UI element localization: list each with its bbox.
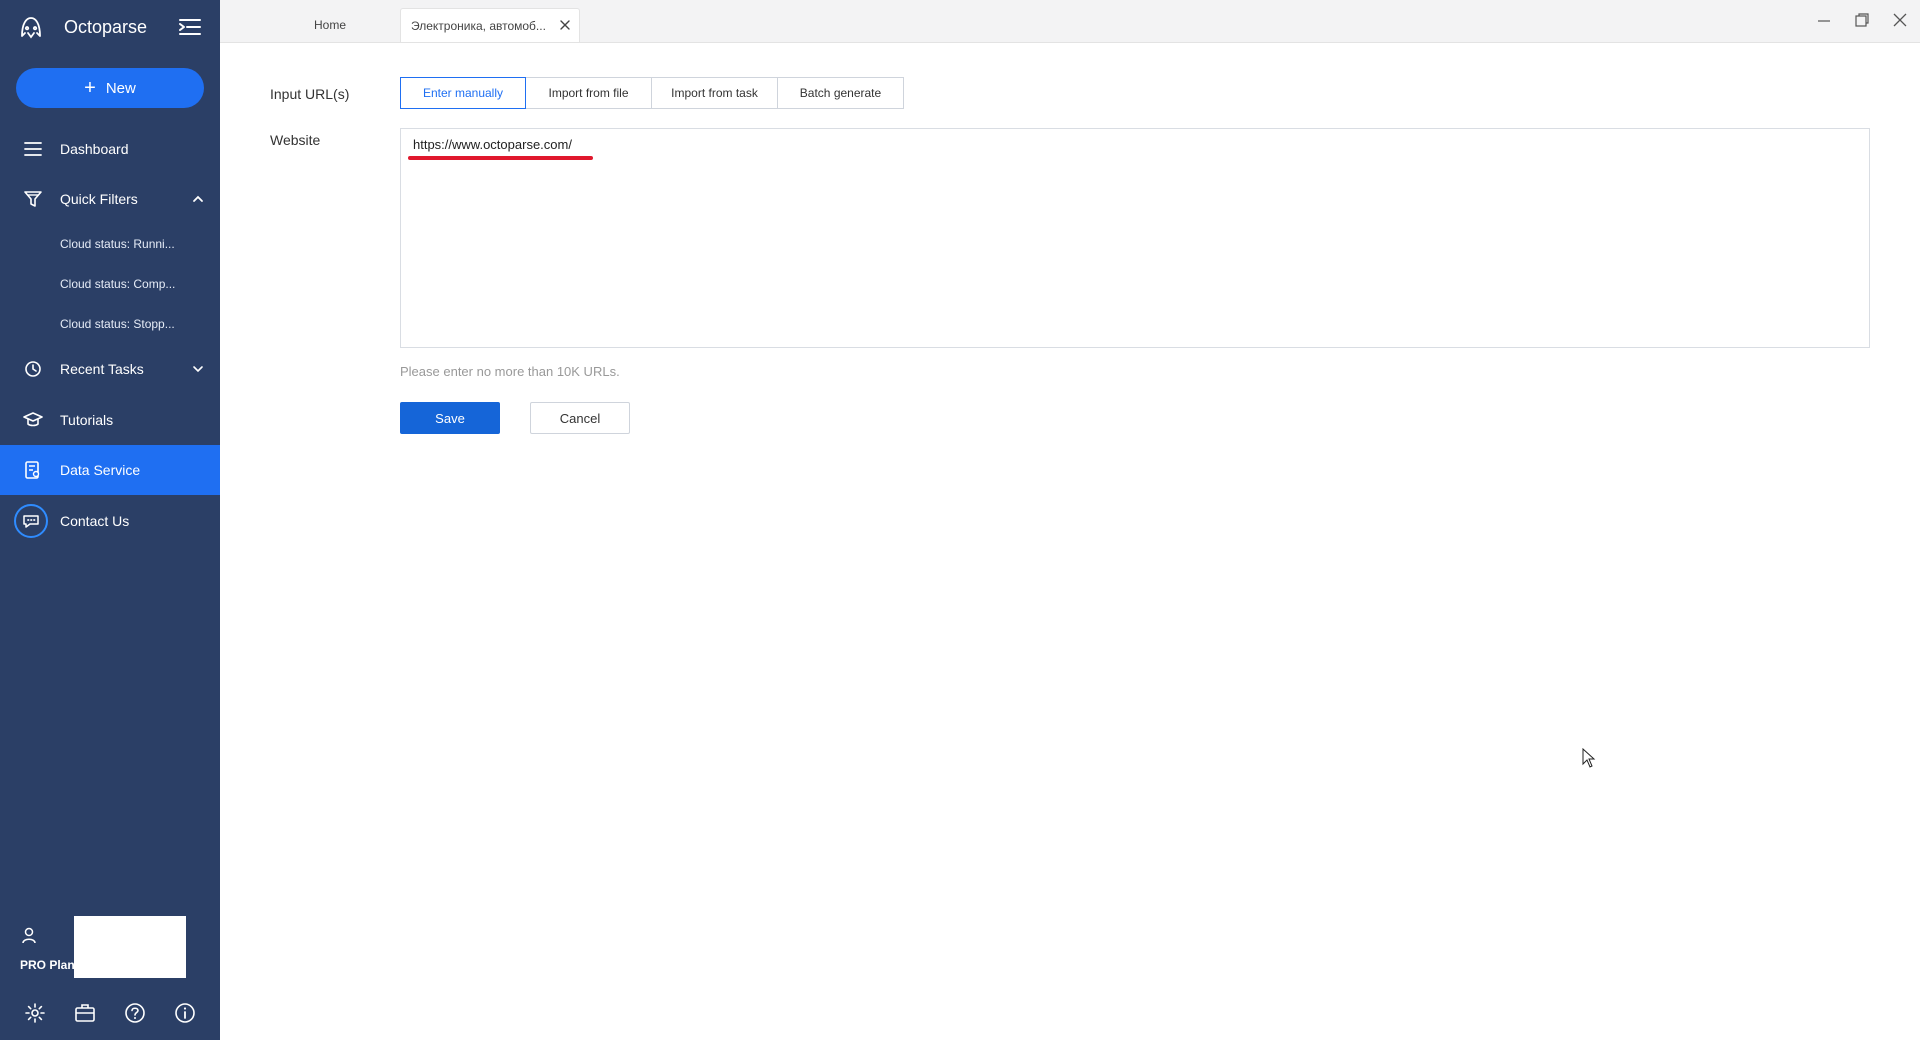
mode-import-from-file[interactable]: Import from file bbox=[525, 77, 652, 109]
help-question-icon[interactable] bbox=[124, 1002, 146, 1024]
url-textarea[interactable]: https://www.octoparse.com/ bbox=[400, 128, 1870, 348]
list-icon bbox=[23, 139, 43, 159]
user-icon bbox=[20, 926, 38, 944]
window-close-icon[interactable] bbox=[1892, 12, 1908, 28]
new-button-label: New bbox=[105, 79, 136, 97]
sidebar-item-recent-tasks[interactable]: Recent Tasks bbox=[0, 344, 220, 394]
plan-label: PRO Plan bbox=[20, 958, 75, 972]
info-icon[interactable] bbox=[174, 1002, 196, 1024]
chat-icon bbox=[14, 504, 48, 538]
sidebar: Octoparse + New Dashboard Quick Filters … bbox=[0, 0, 220, 1040]
close-icon[interactable] bbox=[559, 19, 571, 31]
tab-label: Электроника, автомоб... bbox=[411, 18, 546, 33]
url-limit-hint: Please enter no more than 10K URLs. bbox=[400, 364, 620, 379]
graduation-cap-icon bbox=[23, 410, 43, 430]
recent-clock-icon bbox=[23, 359, 43, 379]
sidebar-item-label: Recent Tasks bbox=[60, 361, 144, 377]
tab-bar: Home Электроника, автомоб... bbox=[220, 0, 1920, 43]
data-service-icon bbox=[23, 460, 43, 480]
sidebar-item-dashboard[interactable]: Dashboard bbox=[0, 124, 220, 174]
minimize-icon[interactable] bbox=[1816, 12, 1832, 28]
tab-current-task[interactable]: Электроника, автомоб... bbox=[400, 8, 580, 42]
url-highlight-underline bbox=[408, 156, 593, 160]
chevron-up-icon bbox=[192, 193, 204, 205]
new-task-button[interactable]: + New bbox=[16, 68, 204, 108]
account-info-box[interactable] bbox=[74, 916, 186, 978]
mode-batch-generate[interactable]: Batch generate bbox=[777, 77, 904, 109]
chevron-down-icon bbox=[192, 363, 204, 375]
sidebar-item-label: Contact Us bbox=[60, 513, 130, 529]
sidebar-item-tutorials[interactable]: Tutorials bbox=[0, 395, 220, 445]
sidebar-item-label: Dashboard bbox=[60, 141, 129, 157]
sidebar-item-contact-us[interactable]: Contact Us bbox=[0, 496, 220, 546]
app-name: Octoparse bbox=[64, 17, 148, 37]
url-value: https://www.octoparse.com/ bbox=[413, 137, 572, 152]
sidebar-item-label: Data Service bbox=[60, 462, 141, 478]
input-mode-selector: Enter manually Import from file Import f… bbox=[400, 77, 904, 109]
sidebar-item-label: Tutorials bbox=[60, 412, 114, 428]
website-label: Website bbox=[270, 132, 321, 148]
menu-collapse-icon[interactable] bbox=[178, 16, 202, 38]
save-button[interactable]: Save bbox=[400, 402, 500, 434]
quick-filter-stopped[interactable]: Cloud status: Stopp... bbox=[60, 317, 175, 331]
quick-filter-completed[interactable]: Cloud status: Comp... bbox=[60, 277, 175, 291]
sidebar-footer bbox=[0, 988, 220, 1038]
brand: Octoparse bbox=[0, 0, 220, 54]
mouse-cursor-icon bbox=[1582, 748, 1596, 768]
plus-icon: + bbox=[84, 77, 96, 99]
cancel-button[interactable]: Cancel bbox=[530, 402, 630, 434]
settings-gear-icon[interactable] bbox=[24, 1002, 46, 1024]
sidebar-item-quick-filters[interactable]: Quick Filters bbox=[0, 174, 220, 224]
quick-filter-running[interactable]: Cloud status: Runni... bbox=[60, 237, 175, 251]
mode-import-from-task[interactable]: Import from task bbox=[651, 77, 778, 109]
restore-icon[interactable] bbox=[1854, 12, 1870, 28]
octoparse-logo-icon bbox=[18, 14, 44, 40]
tab-label: Home bbox=[314, 18, 347, 32]
tab-home[interactable]: Home bbox=[260, 8, 360, 42]
sidebar-item-label: Quick Filters bbox=[60, 191, 138, 207]
sidebar-item-data-service[interactable]: Data Service bbox=[0, 445, 220, 495]
plan-panel: PRO Plan bbox=[0, 908, 220, 980]
filter-icon bbox=[23, 189, 43, 209]
input-urls-label: Input URL(s) bbox=[270, 86, 350, 102]
briefcase-icon[interactable] bbox=[74, 1002, 96, 1024]
mode-enter-manually[interactable]: Enter manually bbox=[400, 77, 526, 109]
